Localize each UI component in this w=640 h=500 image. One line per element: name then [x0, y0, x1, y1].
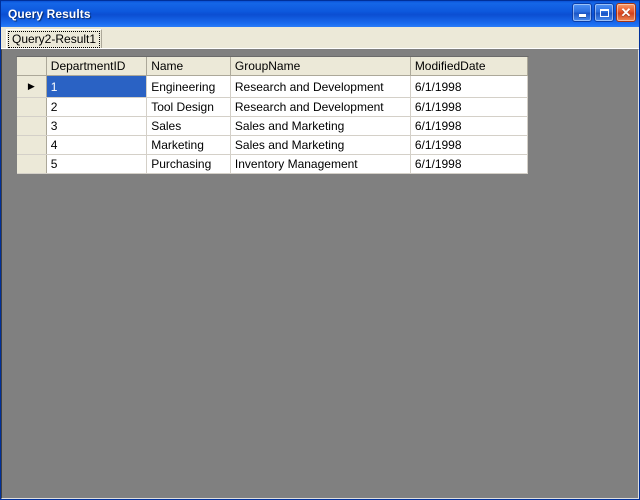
titlebar[interactable]: Query Results ✕	[1, 1, 639, 27]
table-row[interactable]: 2 Tool Design Research and Development 6…	[17, 97, 529, 117]
window-title: Query Results	[8, 7, 91, 21]
close-icon: ✕	[620, 5, 632, 20]
query-results-window: Query Results ✕ Query2-Result1 Departmen…	[0, 0, 640, 500]
cell-modifieddate[interactable]: 6/1/1998	[410, 135, 529, 155]
cell-groupname[interactable]: Research and Development	[230, 75, 411, 98]
header-row: DepartmentID Name GroupName ModifiedDate	[17, 57, 529, 76]
cell-departmentid[interactable]: 4	[46, 135, 148, 155]
row-header-cell[interactable]	[17, 135, 47, 155]
tab-strip: Query2-Result1	[1, 27, 639, 49]
column-header-departmentid[interactable]: DepartmentID	[46, 57, 148, 76]
cell-groupname[interactable]: Research and Development	[230, 97, 411, 117]
client-area: DepartmentID Name GroupName ModifiedDate…	[1, 49, 639, 499]
cell-modifieddate[interactable]: 6/1/1998	[410, 154, 529, 174]
tab-query2-result1[interactable]: Query2-Result1	[6, 29, 103, 48]
table-row[interactable]: 3 Sales Sales and Marketing 6/1/1998	[17, 116, 529, 136]
cell-name[interactable]: Purchasing	[146, 154, 231, 174]
maximize-icon	[599, 8, 609, 17]
column-header-modifieddate[interactable]: ModifiedDate	[410, 57, 529, 76]
cell-modifieddate[interactable]: 6/1/1998	[410, 97, 529, 117]
table-row[interactable]: 5 Purchasing Inventory Management 6/1/19…	[17, 154, 529, 174]
minimize-icon	[578, 14, 586, 17]
cell-departmentid[interactable]: 1	[46, 75, 148, 98]
cell-modifieddate[interactable]: 6/1/1998	[410, 75, 529, 98]
cell-departmentid[interactable]: 2	[46, 97, 148, 117]
cell-groupname[interactable]: Inventory Management	[230, 154, 411, 174]
row-header-cell[interactable]	[17, 116, 47, 136]
cell-name[interactable]: Sales	[146, 116, 231, 136]
cell-departmentid[interactable]: 3	[46, 116, 148, 136]
table-row[interactable]: 4 Marketing Sales and Marketing 6/1/1998	[17, 135, 529, 155]
row-indicator-icon: ▶	[27, 81, 35, 91]
maximize-button[interactable]	[594, 3, 614, 22]
row-header-cell[interactable]: ▶	[17, 75, 47, 98]
cell-groupname[interactable]: Sales and Marketing	[230, 116, 411, 136]
cell-departmentid[interactable]: 5	[46, 154, 148, 174]
close-button[interactable]: ✕	[616, 3, 636, 22]
window-controls: ✕	[572, 3, 636, 22]
row-header-cell[interactable]	[17, 97, 47, 117]
corner-header-cell[interactable]	[17, 57, 47, 76]
results-table: DepartmentID Name GroupName ModifiedDate…	[17, 57, 529, 174]
cell-name[interactable]: Tool Design	[146, 97, 231, 117]
cell-groupname[interactable]: Sales and Marketing	[230, 135, 411, 155]
row-header-cell[interactable]	[17, 154, 47, 174]
minimize-button[interactable]	[572, 3, 592, 22]
tab-label: Query2-Result1	[12, 32, 97, 46]
table-body: ▶ 1 Engineering Research and Development…	[17, 75, 529, 174]
table-header: DepartmentID Name GroupName ModifiedDate	[17, 57, 529, 76]
column-header-groupname[interactable]: GroupName	[230, 57, 411, 76]
cell-modifieddate[interactable]: 6/1/1998	[410, 116, 529, 136]
results-data-grid[interactable]: DepartmentID Name GroupName ModifiedDate…	[16, 56, 529, 175]
table-row[interactable]: ▶ 1 Engineering Research and Development…	[17, 75, 529, 98]
column-header-name[interactable]: Name	[146, 57, 231, 76]
cell-name[interactable]: Marketing	[146, 135, 231, 155]
cell-name[interactable]: Engineering	[146, 75, 231, 98]
